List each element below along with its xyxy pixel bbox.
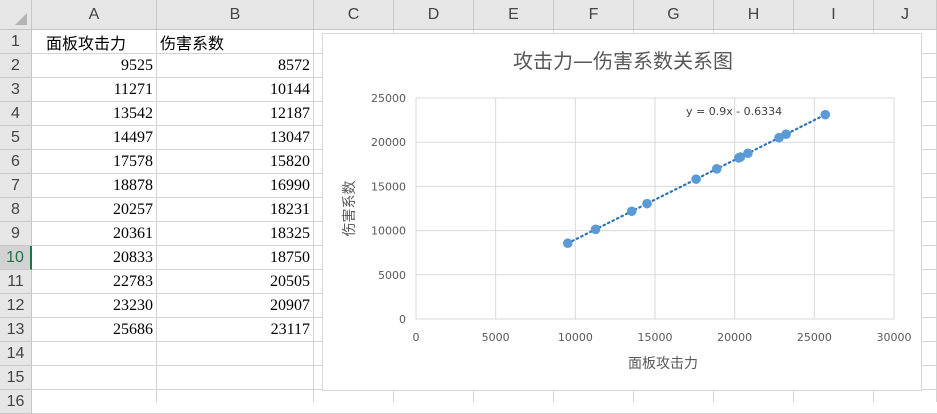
y-tick-label: 20000	[371, 136, 406, 149]
cell-A9[interactable]: 20361	[43, 222, 156, 246]
row-header-9[interactable]: 9	[0, 222, 32, 246]
cell-B13[interactable]: 23117	[157, 318, 313, 342]
x-tick-label: 25000	[797, 331, 832, 344]
column-header-B[interactable]: B	[157, 0, 314, 30]
data-point	[590, 224, 601, 235]
data-point	[562, 238, 573, 249]
trendline-equation: y = 0.9x - 0.6334	[686, 105, 782, 118]
cell-B11[interactable]: 20505	[157, 270, 313, 294]
cell-A13[interactable]: 25686	[43, 318, 156, 342]
y-tick-label: 25000	[371, 92, 406, 105]
data-point	[743, 148, 753, 159]
select-all-triangle-icon	[15, 13, 27, 25]
row-header-7[interactable]: 7	[0, 174, 32, 198]
data-point	[820, 109, 831, 120]
x-tick-label: 5000	[482, 331, 510, 344]
data-point	[642, 198, 652, 209]
data-point	[781, 129, 791, 139]
spreadsheet: ABCDEFGHIJ 1 2 3 4 5 6 7 8 9 10 11 12 13 14 15 16 面板攻击力…	[0, 0, 937, 414]
row-header-6[interactable]: 6	[0, 150, 32, 174]
cell-B7[interactable]: 16990	[157, 174, 313, 198]
cell-A3[interactable]: 11271	[43, 78, 156, 102]
row-header-4[interactable]: 4	[0, 102, 32, 126]
row-header-12[interactable]: 12	[0, 294, 32, 318]
y-axis-label: 伤害系数	[342, 181, 358, 237]
cell-B9[interactable]: 18325	[157, 222, 313, 246]
column-header-G[interactable]: G	[634, 0, 714, 30]
x-tick-label: 10000	[558, 331, 593, 344]
column-header-A[interactable]: A	[32, 0, 157, 30]
cell-A12[interactable]: 23230	[43, 294, 156, 318]
select-all-corner[interactable]	[0, 0, 32, 30]
chart-plot: 0 5000 10000 15000 20000 25000 30000 0 5000 10000…	[342, 49, 912, 372]
row-header-16[interactable]: 16	[0, 390, 32, 414]
data-point	[626, 206, 637, 217]
row-header-11[interactable]: 11	[0, 270, 32, 294]
chart-title: 攻击力—伤害系数关系图	[513, 49, 733, 73]
row-header-5[interactable]: 5	[0, 126, 32, 150]
cell-B6[interactable]: 15820	[157, 150, 313, 174]
cell-A1[interactable]: 面板攻击力	[43, 30, 156, 54]
y-tick-label: 0	[399, 313, 406, 326]
data-point	[711, 164, 722, 174]
cell-A8[interactable]: 20257	[43, 198, 156, 222]
x-tick-label: 0	[413, 331, 420, 344]
cell-B1[interactable]: 伤害系数	[157, 30, 313, 54]
column-header-I[interactable]: I	[794, 0, 874, 30]
x-tick-label: 30000	[877, 331, 912, 344]
cell-A7[interactable]: 18878	[43, 174, 156, 198]
cell-A6[interactable]: 17578	[43, 150, 156, 174]
y-tick-label: 5000	[378, 269, 406, 282]
cell-B4[interactable]: 12187	[157, 102, 313, 126]
scatter-chart[interactable]: 0 5000 10000 15000 20000 25000 30000 0 5000 10000…	[322, 33, 922, 391]
row-header-1[interactable]: 1	[0, 30, 32, 54]
cell-B3[interactable]: 10144	[157, 78, 313, 102]
y-tick-label: 15000	[371, 180, 406, 193]
row-header-3[interactable]: 3	[0, 78, 32, 102]
cell-A5[interactable]: 14497	[43, 126, 156, 150]
cell-A2[interactable]: 9525	[43, 54, 156, 78]
column-header-H[interactable]: H	[714, 0, 794, 30]
row-header-2[interactable]: 2	[0, 54, 32, 78]
row-header-13[interactable]: 13	[0, 318, 32, 342]
cell-B8[interactable]: 18231	[157, 198, 313, 222]
column-header-E[interactable]: E	[474, 0, 554, 30]
row-header-8[interactable]: 8	[0, 198, 32, 222]
cell-B2[interactable]: 8572	[157, 54, 313, 78]
x-tick-label: 20000	[717, 331, 752, 344]
column-header-F[interactable]: F	[554, 0, 634, 30]
column-header-C[interactable]: C	[314, 0, 394, 30]
row-header-15[interactable]: 15	[0, 366, 32, 390]
row-header-10[interactable]: 10	[0, 246, 32, 270]
gridline-vertical	[313, 30, 314, 402]
cell-B12[interactable]: 20907	[157, 294, 313, 318]
cell-B10[interactable]: 18750	[157, 246, 313, 270]
cell-A11[interactable]: 22783	[43, 270, 156, 294]
cell-A4[interactable]: 13542	[43, 102, 156, 126]
column-header-J[interactable]: J	[874, 0, 937, 30]
x-tick-label: 15000	[638, 331, 673, 344]
data-point	[691, 174, 701, 184]
y-tick-label: 10000	[371, 225, 406, 238]
cell-A10[interactable]: 20833	[43, 246, 156, 270]
x-axis-label: 面板攻击力	[628, 356, 698, 372]
cell-B5[interactable]: 13047	[157, 126, 313, 150]
column-header-D[interactable]: D	[394, 0, 474, 30]
row-header-14[interactable]: 14	[0, 342, 32, 366]
